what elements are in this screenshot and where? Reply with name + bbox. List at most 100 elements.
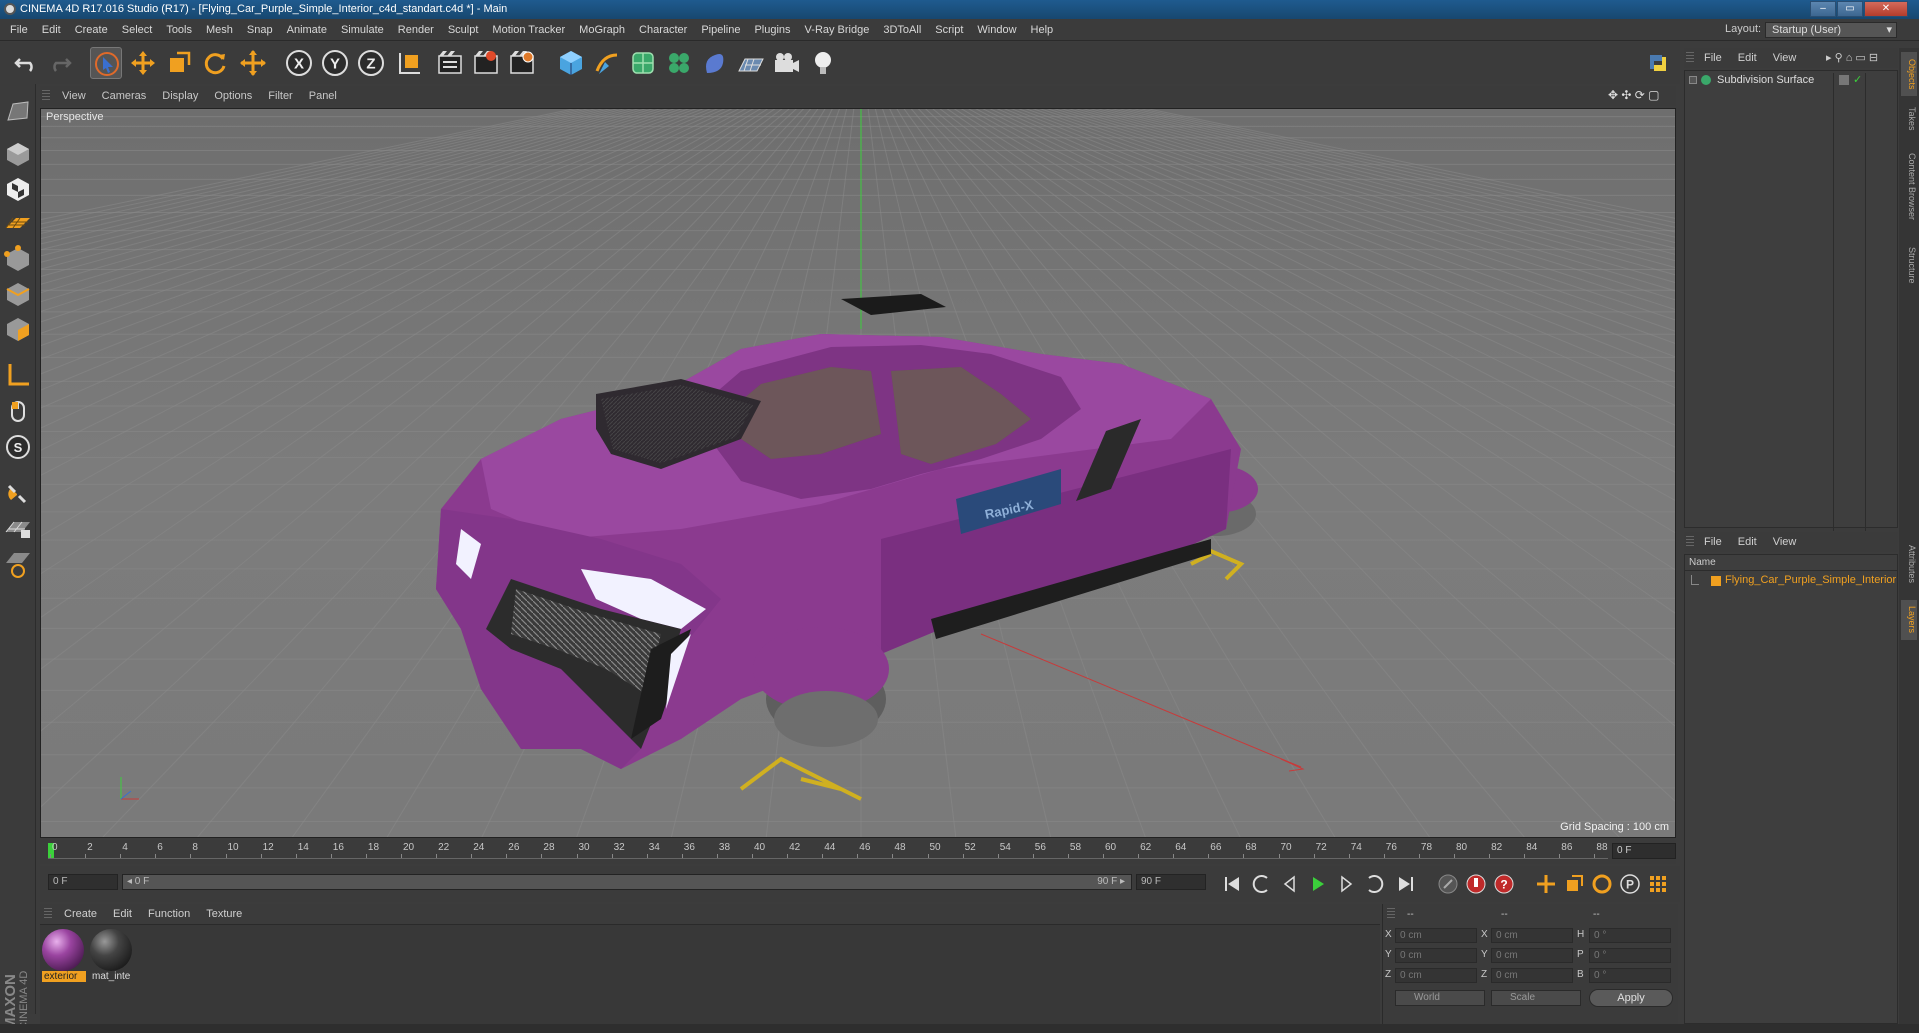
enabled-check-icon[interactable]: ✓	[1853, 73, 1862, 86]
menu-snap[interactable]: Snap	[240, 19, 280, 41]
world-dropdown[interactable]: World	[1395, 990, 1485, 1006]
menu-edit[interactable]: Edit	[35, 19, 68, 41]
menu-v-ray-bridge[interactable]: V-Ray Bridge	[798, 19, 877, 41]
render-picture-viewer-icon[interactable]	[470, 47, 502, 79]
cloner-icon[interactable]	[663, 47, 695, 79]
current-frame-field[interactable]: 0 F	[1612, 843, 1676, 859]
material-menu-function[interactable]: Function	[140, 904, 198, 924]
key-pla-icon[interactable]	[1646, 872, 1670, 896]
minimize-button[interactable]: –	[1810, 1, 1836, 17]
pen-icon[interactable]	[591, 47, 623, 79]
material-mat-inte[interactable]: mat_inte	[90, 929, 132, 982]
cube-icon[interactable]	[555, 47, 587, 79]
undo-icon[interactable]	[10, 47, 42, 79]
menu-help[interactable]: Help	[1024, 19, 1061, 41]
workplane-icon[interactable]	[3, 208, 33, 238]
viewport-menu-filter[interactable]: Filter	[260, 86, 300, 106]
menu-tools[interactable]: Tools	[159, 19, 199, 41]
transform-icon[interactable]	[237, 47, 269, 79]
menu-character[interactable]: Character	[632, 19, 694, 41]
expand-icon[interactable]	[1689, 76, 1697, 84]
layer-menu-view[interactable]: View	[1765, 532, 1805, 552]
start-frame-field[interactable]: 0 F	[48, 874, 118, 890]
deformer-icon[interactable]	[699, 47, 731, 79]
menu-sculpt[interactable]: Sculpt	[441, 19, 486, 41]
coordinate-system-icon[interactable]	[393, 47, 425, 79]
subdivision-icon[interactable]	[627, 47, 659, 79]
material-exterior[interactable]: exterior	[42, 929, 86, 982]
layer-row[interactable]: Flying_Car_Purple_Simple_Interior	[1685, 573, 1897, 589]
material-menu-edit[interactable]: Edit	[105, 904, 140, 924]
3d-viewport[interactable]: Rapid-X Perspective Grid Spacing : 100 c…	[40, 108, 1676, 838]
lock-workplane-icon[interactable]	[3, 514, 33, 544]
prev-key-icon[interactable]	[1250, 872, 1274, 896]
tab-layers[interactable]: Layers	[1901, 600, 1917, 640]
menu-create[interactable]: Create	[68, 19, 115, 41]
timeline-ruler[interactable]: 0 2 4 6 8 10 12 14 16 18 20 22 24 26 28 30 32 34 36 38 40 42 4…	[40, 840, 1676, 864]
magnet-icon[interactable]	[3, 478, 33, 508]
tab-content-browser[interactable]: Content Browser	[1901, 142, 1917, 232]
menu-mesh[interactable]: Mesh	[199, 19, 240, 41]
viewport-menu-view[interactable]: View	[54, 86, 94, 106]
next-frame-icon[interactable]	[1334, 872, 1358, 896]
flying-car-model[interactable]: Rapid-X	[41, 109, 1676, 838]
keyframe-icon[interactable]	[1436, 872, 1460, 896]
tab-objects[interactable]: Objects	[1901, 52, 1917, 96]
apply-button[interactable]: Apply	[1589, 989, 1673, 1007]
key-scale-icon[interactable]	[1562, 872, 1586, 896]
solo-mode-icon[interactable]	[3, 549, 33, 579]
texture-mode-icon[interactable]	[3, 174, 33, 204]
prev-frame-icon[interactable]	[1278, 872, 1302, 896]
snap-icon[interactable]: S	[3, 432, 33, 462]
rot-b-field[interactable]: 0 °	[1589, 968, 1671, 983]
render-view-icon[interactable]	[434, 47, 466, 79]
scale-dropdown[interactable]: Scale	[1491, 990, 1581, 1006]
tab-takes[interactable]: Takes	[1901, 102, 1917, 136]
material-menu-texture[interactable]: Texture	[198, 904, 250, 924]
menu-pipeline[interactable]: Pipeline	[694, 19, 747, 41]
record-icon[interactable]	[1464, 872, 1488, 896]
close-button[interactable]: ✕	[1864, 1, 1908, 17]
light-icon[interactable]	[807, 47, 839, 79]
y-axis-icon[interactable]: Y	[319, 47, 351, 79]
go-to-start-icon[interactable]	[1220, 872, 1244, 896]
layout-dropdown[interactable]: Startup (User) ▾	[1765, 22, 1897, 38]
size-x-field[interactable]: 0 cm	[1491, 928, 1573, 943]
auto-key-icon[interactable]: ?	[1492, 872, 1516, 896]
render-settings-icon[interactable]	[506, 47, 538, 79]
menu-plugins[interactable]: Plugins	[747, 19, 797, 41]
pos-y-field[interactable]: 0 cm	[1395, 948, 1477, 963]
object-row[interactable]: Subdivision Surface ✓	[1685, 73, 1897, 531]
object-menu-file[interactable]: File	[1696, 48, 1730, 68]
tab-structure[interactable]: Structure	[1901, 238, 1917, 292]
redo-icon[interactable]	[44, 47, 76, 79]
object-menu-edit[interactable]: Edit	[1730, 48, 1765, 68]
go-to-end-icon[interactable]	[1394, 872, 1418, 896]
tab-attributes[interactable]: Attributes	[1901, 534, 1917, 594]
menu-select[interactable]: Select	[115, 19, 160, 41]
menu-simulate[interactable]: Simulate	[334, 19, 391, 41]
menu-render[interactable]: Render	[391, 19, 441, 41]
points-mode-icon[interactable]	[3, 244, 33, 274]
viewport-menu-display[interactable]: Display	[154, 86, 206, 106]
viewport-menu-cameras[interactable]: Cameras	[94, 86, 155, 106]
next-key-icon[interactable]	[1362, 872, 1386, 896]
viewport-nav-icons[interactable]: ✥ ✣ ⟳ ▢	[1608, 88, 1660, 102]
size-z-field[interactable]: 0 cm	[1491, 968, 1573, 983]
tweak-mode-icon[interactable]	[3, 396, 33, 426]
model-mode-icon[interactable]	[3, 139, 33, 169]
object-menu-view[interactable]: View	[1765, 48, 1805, 68]
menu-window[interactable]: Window	[970, 19, 1023, 41]
make-editable-icon[interactable]	[3, 96, 33, 126]
polygons-mode-icon[interactable]	[3, 314, 33, 344]
key-position-icon[interactable]	[1534, 872, 1558, 896]
viewport-menu-options[interactable]: Options	[206, 86, 260, 106]
select-icon[interactable]	[90, 47, 122, 79]
axis-mode-icon[interactable]	[3, 360, 33, 390]
layer-menu-edit[interactable]: Edit	[1730, 532, 1765, 552]
size-y-field[interactable]: 0 cm	[1491, 948, 1573, 963]
floor-icon[interactable]	[735, 47, 767, 79]
menu-motion-tracker[interactable]: Motion Tracker	[485, 19, 572, 41]
menu-3dtoall[interactable]: 3DToAll	[876, 19, 928, 41]
end-frame-field[interactable]: 90 F	[1136, 874, 1206, 890]
